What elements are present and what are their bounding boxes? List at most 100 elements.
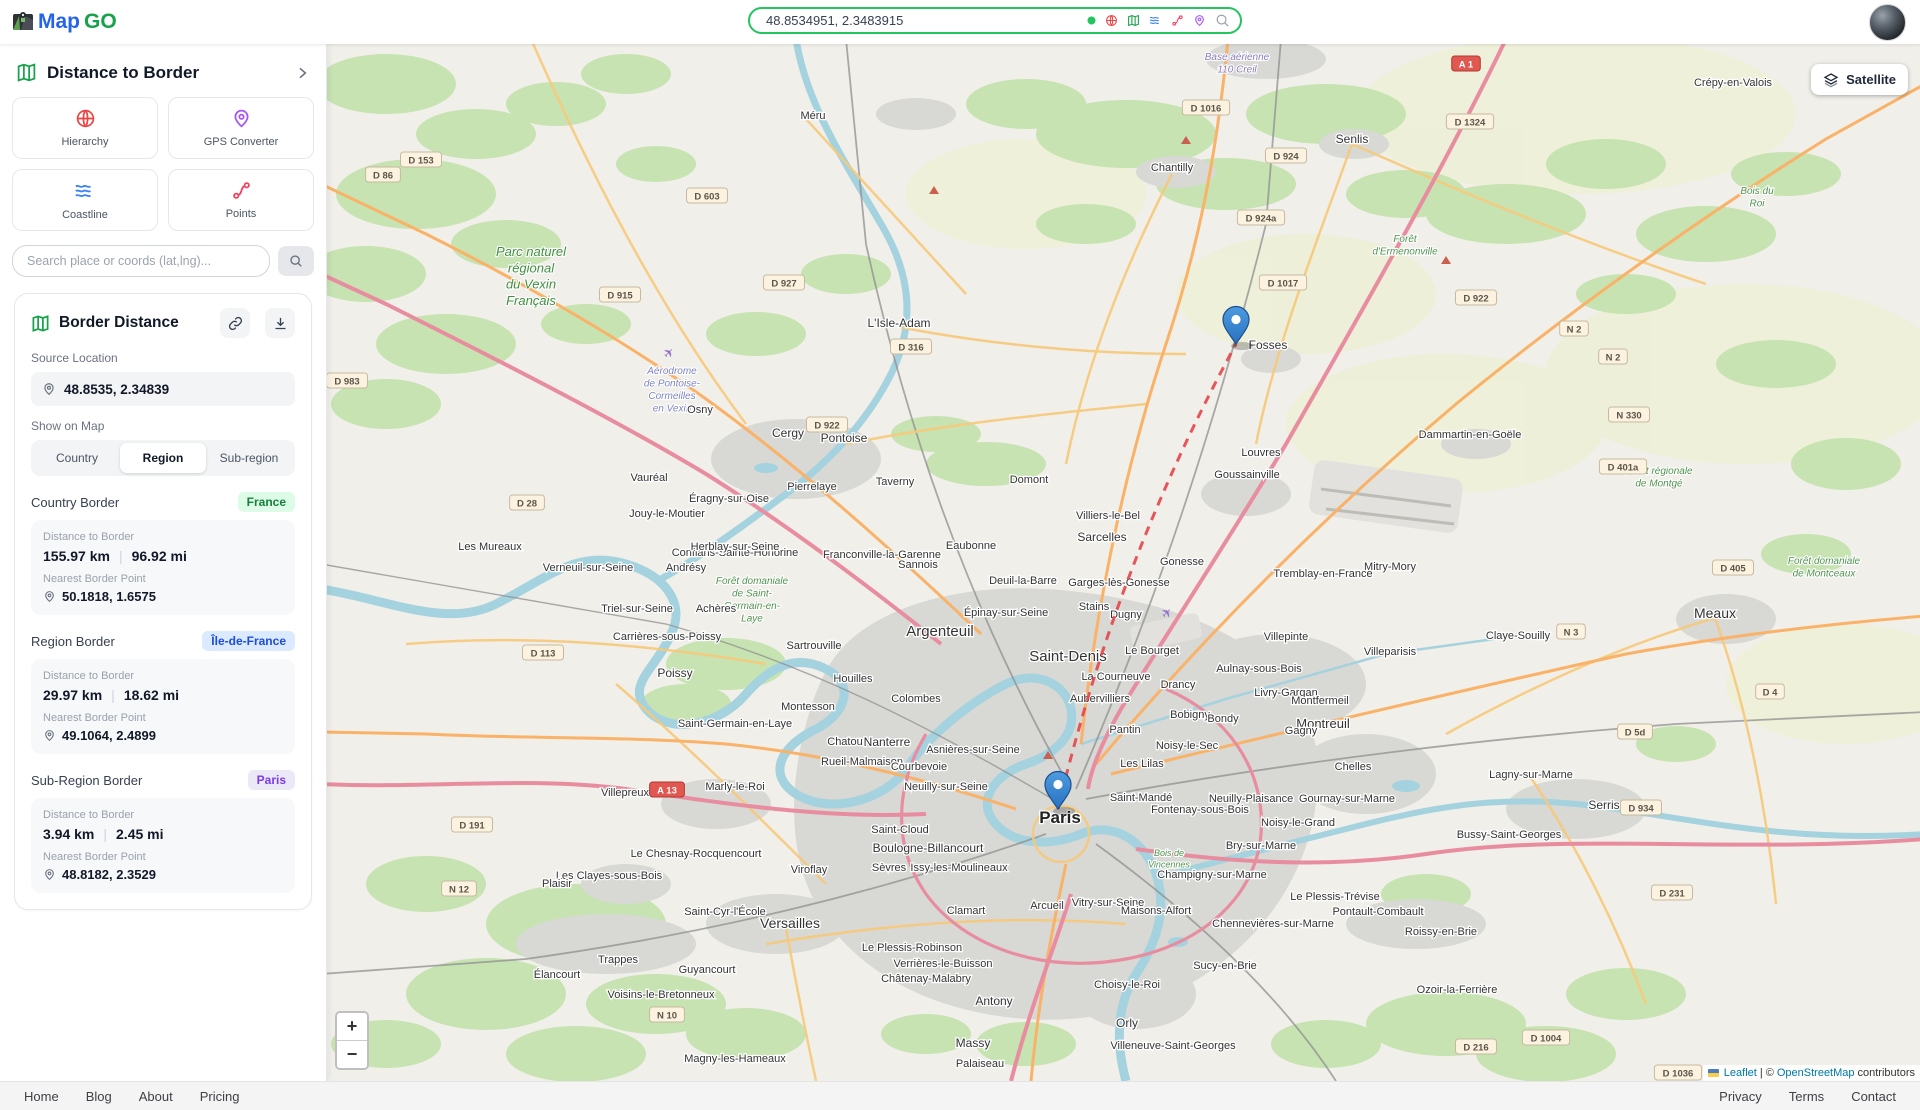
footer-link-blog[interactable]: Blog (86, 1089, 112, 1104)
map-town-label: Senlis (1336, 132, 1369, 146)
global-search-input[interactable] (764, 12, 1087, 29)
map-town-label: Champigny-sur-Marne (1157, 869, 1266, 881)
map-town-label: Stains (1079, 601, 1110, 613)
tool-gps-converter[interactable]: GPS Converter (168, 97, 314, 159)
distance-label: Distance to Border (43, 670, 283, 682)
map-canvas[interactable]: Parc naturelrégionaldu VexinFrançaisForê… (326, 44, 1920, 1081)
nearest-point-value: 48.8182, 2.3529 (62, 867, 156, 882)
distance-mi: 2.45 mi (116, 826, 163, 842)
map-town-label: Maisons-Alfort (1121, 905, 1191, 917)
satellite-toggle-button[interactable]: Satellite (1811, 64, 1908, 95)
zoom-in-button[interactable]: + (337, 1013, 367, 1041)
map-town-label: Franconville-la-Garenne (823, 549, 941, 561)
collapse-chevron-icon[interactable] (294, 65, 310, 81)
tool-points[interactable]: Points (168, 169, 314, 231)
svg-text:D 922: D 922 (1463, 294, 1488, 305)
nearest-point-label: Nearest Border Point (43, 573, 283, 585)
map-town-label: Les Lilas (1120, 758, 1164, 770)
road-shield: D 922 (807, 417, 848, 432)
search-icon[interactable] (1215, 13, 1230, 28)
route-icon (231, 180, 252, 201)
global-search-bar[interactable] (748, 7, 1242, 34)
gps-pin-icon (1193, 14, 1206, 27)
map-town-label: Noisy-le-Sec (1156, 740, 1219, 752)
map-town-label: Saint-Mandé (1110, 792, 1172, 804)
copy-link-button[interactable] (220, 308, 250, 338)
region-border-label: Region Border (31, 634, 202, 649)
map-town-label: Villepreux (601, 787, 650, 799)
footer: Home Blog About Pricing Privacy Terms Co… (0, 1081, 1920, 1110)
osm-link[interactable]: OpenStreetMap (1777, 1067, 1855, 1079)
nearest-point-value: 50.1818, 1.6575 (62, 589, 156, 604)
map-town-label: Vauréal (630, 472, 667, 484)
satellite-label: Satellite (1846, 72, 1896, 87)
map-town-label: Ozoir-la-Ferrière (1417, 984, 1498, 996)
road-shield: D 191 (452, 817, 493, 832)
map-town-label: Trappes (598, 954, 638, 966)
sidebar-search-button[interactable] (278, 246, 314, 276)
map-town-label: Le Bourget (1125, 645, 1179, 657)
border-distance-card: Border Distance Source Location 48.8535,… (14, 293, 312, 910)
footer-link-pricing[interactable]: Pricing (200, 1089, 240, 1104)
svg-text:D 231: D 231 (1659, 889, 1685, 900)
map-town-label: Bondy (1207, 713, 1239, 725)
map-town-label: Guyancourt (679, 964, 736, 976)
map-town-label: Sucy-en-Brie (1193, 960, 1257, 972)
region-badge: Île-de-France (202, 631, 295, 651)
footer-link-terms[interactable]: Terms (1789, 1089, 1824, 1104)
pin-icon (42, 382, 56, 396)
tool-coastline[interactable]: Coastline (12, 169, 158, 231)
map-town-label: Sèvres (872, 862, 907, 874)
svg-text:D 934: D 934 (1628, 804, 1654, 815)
svg-text:D 113: D 113 (531, 649, 556, 660)
leaflet-link[interactable]: Leaflet (1724, 1067, 1757, 1079)
mapgo-logo[interactable]: MapGO (12, 10, 117, 34)
tab-sub-region[interactable]: Sub-region (206, 443, 292, 473)
map-town-label: Sartrouville (786, 640, 841, 652)
map-town-label: Courbevoie (891, 761, 947, 773)
download-button[interactable] (265, 308, 295, 338)
map-town-label: Colombes (891, 693, 941, 705)
user-avatar[interactable] (1869, 4, 1906, 41)
map-town-label: Fosses (1249, 338, 1288, 352)
svg-text:D 153: D 153 (408, 156, 433, 167)
map-town-label: Poissy (657, 666, 692, 680)
distance-label: Distance to Border (43, 809, 283, 821)
footer-link-privacy[interactable]: Privacy (1719, 1089, 1762, 1104)
footer-link-about[interactable]: About (139, 1089, 173, 1104)
road-shield: D 934 (1621, 800, 1662, 815)
tab-country[interactable]: Country (34, 443, 120, 473)
footer-link-contact[interactable]: Contact (1851, 1089, 1896, 1104)
zoom-out-button[interactable]: − (337, 1041, 367, 1068)
map-town-label: Nanterre (864, 735, 911, 749)
svg-text:D 86: D 86 (373, 171, 393, 182)
map-town-label: Clamart (947, 905, 986, 917)
tab-region[interactable]: Region (120, 443, 206, 473)
map-town-label: Plaisir (542, 878, 572, 890)
map-tiles[interactable]: Parc naturelrégionaldu VexinFrançaisForê… (326, 44, 1920, 1081)
mapgo-logo-icon (12, 11, 34, 33)
svg-text:N 330: N 330 (1616, 411, 1641, 422)
points-route-icon (1171, 14, 1184, 27)
footer-link-home[interactable]: Home (24, 1089, 59, 1104)
map-town-label: Villeparisis (1364, 646, 1417, 658)
sidebar-search-input[interactable] (12, 245, 270, 277)
road-shield: D 1017 (1259, 275, 1306, 290)
road-shield: D 216 (1456, 1039, 1497, 1054)
map-town-label: Marly-le-Roi (705, 781, 764, 793)
road-shield: D 983 (327, 373, 368, 388)
map-town-label: Chelles (1335, 761, 1372, 773)
tool-hierarchy[interactable]: Hierarchy (12, 97, 158, 159)
map-attribution: Leaflet | © OpenStreetMap contributors (1703, 1065, 1920, 1081)
svg-text:N 2: N 2 (1567, 325, 1582, 336)
tool-label: GPS Converter (204, 136, 279, 148)
map-town-label: Issy-les-Moulineaux (910, 862, 1008, 874)
road-shield: N 2 (1599, 349, 1628, 364)
distance-mi: 96.92 mi (132, 548, 187, 564)
show-on-map-label: Show on Map (31, 419, 295, 433)
layers-icon (1823, 72, 1839, 88)
svg-text:D 316: D 316 (898, 343, 923, 354)
map-town-label: Choisy-le-Roi (1094, 979, 1160, 991)
sub-region-border-panel: Distance to Border 3.94 km|2.45 mi Neare… (31, 798, 295, 893)
road-shield: N 12 (442, 881, 477, 896)
